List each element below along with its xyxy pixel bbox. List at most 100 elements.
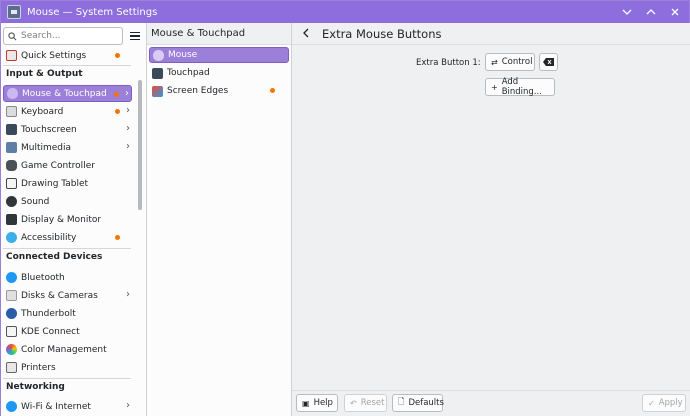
- thunderbolt-icon: [6, 308, 17, 319]
- mouse-icon: [7, 88, 18, 99]
- sidebar-item-label: Drawing Tablet: [21, 178, 89, 189]
- scrollbar-thumb[interactable]: [138, 80, 142, 210]
- close-button[interactable]: [667, 4, 683, 20]
- touchscreen-icon: [6, 124, 17, 135]
- add-binding-label: Add Binding...: [501, 77, 542, 97]
- multimedia-icon: [6, 142, 17, 153]
- attention-dot: [115, 109, 120, 114]
- system-settings-window: Mouse — System Settings Search... Quick …: [0, 0, 690, 416]
- sidebar-item-accessibility[interactable]: Accessibility: [3, 229, 132, 246]
- extra-button-1-label: Extra Button 1:: [416, 58, 481, 68]
- apply-label: Apply: [658, 398, 683, 408]
- help-button[interactable]: ▣ Help: [296, 394, 338, 412]
- sidebar-item-label: Sound: [21, 196, 50, 207]
- sidebar-item-label: Mouse & Touchpad: [22, 88, 107, 99]
- apply-button[interactable]: ✓ Apply: [642, 394, 686, 412]
- disk-icon: [6, 290, 17, 301]
- sidebar: Search... Quick Settings Input & Output …: [1, 23, 147, 416]
- attention-dot: [270, 88, 275, 93]
- sidebar-item-drawing-tablet[interactable]: Drawing Tablet: [3, 175, 132, 192]
- printer-icon: [6, 362, 17, 373]
- title-bar[interactable]: Mouse — System Settings: [1, 1, 689, 23]
- search-icon: [8, 31, 17, 40]
- sidebar-item-label: Thunderbolt: [21, 308, 76, 319]
- section-header-connected-devices: Connected Devices: [6, 252, 103, 262]
- accessibility-icon: [6, 232, 17, 243]
- divider: [3, 65, 131, 66]
- sidebar-item-display-monitor[interactable]: Display & Monitor: [3, 211, 132, 228]
- binding-value: Control: [501, 57, 533, 67]
- speaker-icon: [6, 196, 17, 207]
- plus-icon: +: [491, 82, 498, 92]
- sidebar-item-sound[interactable]: Sound: [3, 193, 132, 210]
- clear-binding-button[interactable]: [539, 53, 558, 71]
- defaults-label: Defaults: [408, 398, 444, 408]
- subcategory-item-label: Mouse: [168, 50, 198, 60]
- binding-control-button[interactable]: ⇄ Control: [485, 53, 535, 71]
- quick-settings-icon: [6, 50, 17, 61]
- sidebar-item-keyboard[interactable]: Keyboard ›: [3, 103, 132, 120]
- subcategory-item-touchpad[interactable]: Touchpad: [149, 65, 289, 81]
- defaults-button[interactable]: 🗋 Defaults: [392, 394, 444, 412]
- backspace-icon: [543, 58, 554, 66]
- hamburger-icon: [130, 31, 140, 34]
- sidebar-item-label: Printers: [21, 362, 56, 373]
- sidebar-item-label: Keyboard: [21, 106, 64, 117]
- add-binding-button[interactable]: + Add Binding...: [485, 77, 555, 97]
- sidebar-item-color-management[interactable]: Color Management: [3, 341, 132, 358]
- help-label: Help: [313, 398, 333, 408]
- window-title: Mouse — System Settings: [27, 6, 158, 18]
- checkmark-icon: ✓: [648, 398, 655, 408]
- sidebar-item-printers[interactable]: Printers: [3, 359, 132, 376]
- sidebar-item-label: Color Management: [21, 344, 107, 355]
- subcategory-item-mouse[interactable]: Mouse: [149, 47, 289, 63]
- sidebar-item-kde-connect[interactable]: KDE Connect: [3, 323, 132, 340]
- sidebar-item-bluetooth[interactable]: Bluetooth: [3, 269, 132, 286]
- chevron-right-icon: ›: [126, 400, 130, 411]
- minimize-button[interactable]: [619, 4, 635, 20]
- gamepad-icon: [6, 160, 17, 171]
- chevron-right-icon: ›: [126, 289, 130, 300]
- sidebar-item-label: Wi-Fi & Internet: [21, 401, 91, 412]
- chevron-right-icon: ›: [125, 88, 129, 99]
- chevron-right-icon: ›: [126, 123, 130, 134]
- sidebar-item-label: KDE Connect: [21, 326, 80, 337]
- sidebar-item-multimedia[interactable]: Multimedia ›: [3, 139, 132, 156]
- attention-dot: [115, 53, 120, 58]
- document-icon: 🗋: [398, 397, 405, 406]
- reset-button[interactable]: ↶ Reset: [344, 394, 387, 412]
- reset-label: Reset: [360, 398, 385, 408]
- reset-icon: ↶: [350, 398, 357, 408]
- sidebar-item-wifi-internet[interactable]: Wi-Fi & Internet ›: [3, 398, 132, 415]
- sidebar-item-label: Accessibility: [21, 232, 77, 243]
- chevron-left-icon: [303, 28, 309, 37]
- section-header-networking: Networking: [6, 382, 65, 392]
- sidebar-item-disks-cameras[interactable]: Disks & Cameras ›: [3, 287, 132, 304]
- sidebar-item-touchscreen[interactable]: Touchscreen ›: [3, 121, 132, 138]
- chevron-down-icon: [622, 9, 632, 15]
- hamburger-menu-button[interactable]: [127, 28, 143, 44]
- sidebar-scrollbar[interactable]: [137, 47, 143, 416]
- main-content: Extra Mouse Buttons Extra Button 1: ⇄ Co…: [292, 23, 690, 416]
- help-icon: ▣: [302, 398, 310, 408]
- attention-dot: [115, 235, 120, 240]
- back-button[interactable]: [299, 27, 313, 41]
- monitor-icon: [6, 214, 17, 225]
- subcategory-header: Mouse & Touchpad: [147, 23, 291, 45]
- sidebar-item-game-controller[interactable]: Game Controller: [3, 157, 132, 174]
- chevron-right-icon: ›: [126, 141, 130, 152]
- search-input[interactable]: Search...: [3, 27, 123, 45]
- divider: [3, 378, 131, 379]
- sidebar-item-label: Multimedia: [21, 142, 72, 153]
- mouse-icon: [153, 49, 164, 61]
- wifi-icon: [6, 401, 17, 412]
- page-title: Extra Mouse Buttons: [322, 26, 442, 41]
- sidebar-item-label: Bluetooth: [21, 272, 65, 283]
- sidebar-item-thunderbolt[interactable]: Thunderbolt: [3, 305, 132, 322]
- subcategory-item-screen-edges[interactable]: Screen Edges: [149, 83, 289, 99]
- sidebar-item-mouse-touchpad[interactable]: Mouse & Touchpad ›: [3, 85, 132, 102]
- sidebar-item-quick-settings[interactable]: Quick Settings: [3, 47, 132, 64]
- page-header: Extra Mouse Buttons: [292, 23, 690, 45]
- maximize-button[interactable]: [643, 4, 659, 20]
- touchpad-icon: [152, 67, 163, 79]
